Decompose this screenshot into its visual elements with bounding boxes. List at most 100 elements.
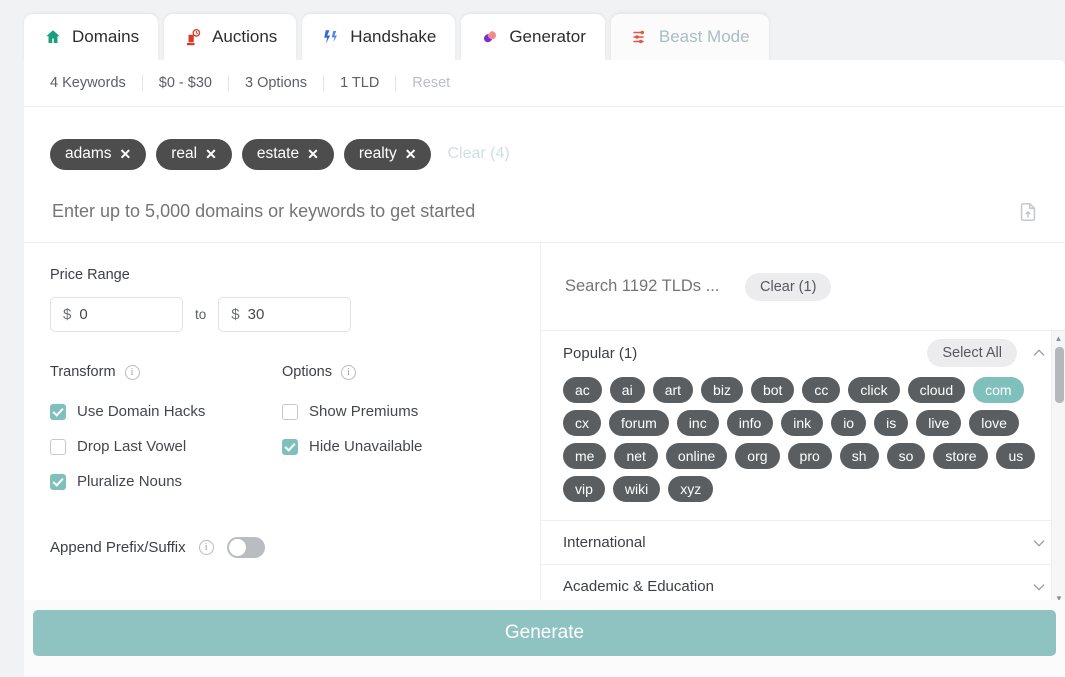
checkbox-indicator[interactable] <box>282 404 298 420</box>
tab-label: Handshake <box>350 27 436 47</box>
checkbox-indicator[interactable] <box>50 439 66 455</box>
checkbox-drop-last-vowel[interactable]: Drop Last Vowel <box>50 429 282 464</box>
reset-button[interactable]: Reset <box>396 75 466 91</box>
settings-panes: Price Range $ 0 to $ 30 Transfo <box>24 243 1065 600</box>
tab-domains[interactable]: Domains <box>24 14 158 60</box>
tld-chip[interactable]: is <box>874 410 908 436</box>
tld-chip[interactable]: so <box>887 443 926 469</box>
tld-chip[interactable]: click <box>848 377 899 403</box>
info-icon[interactable]: i <box>199 540 214 555</box>
info-icon[interactable]: i <box>341 365 356 380</box>
tld-chip[interactable]: cloud <box>908 377 965 403</box>
checkbox-label: Show Premiums <box>309 403 418 420</box>
beast-mode-card: 4 Keywords $0 - $30 3 Options 1 TLD Rese… <box>24 60 1065 600</box>
tld-group-academic-education[interactable]: Academic & Education <box>541 565 1065 600</box>
tld-chip[interactable]: cx <box>563 410 601 436</box>
tab-generator[interactable]: Generator <box>461 14 605 60</box>
tld-chip[interactable]: inc <box>677 410 719 436</box>
tld-chip[interactable]: forum <box>609 410 669 436</box>
keyword-chip[interactable]: estate ✕ <box>242 139 334 170</box>
tld-chip[interactable]: store <box>933 443 988 469</box>
summary-tld[interactable]: 1 TLD <box>324 75 395 91</box>
scrollbar-thumb[interactable] <box>1055 347 1064 403</box>
tld-chip[interactable]: org <box>735 443 779 469</box>
tld-group-international[interactable]: International <box>541 521 1065 565</box>
tld-chip[interactable]: art <box>653 377 693 403</box>
tld-chip[interactable]: bot <box>751 377 794 403</box>
checkbox-use-domain-hacks[interactable]: Use Domain Hacks <box>50 394 282 429</box>
tld-chip[interactable]: net <box>614 443 657 469</box>
tld-chip[interactable]: cc <box>802 377 840 403</box>
keyword-input-row <box>24 181 1065 243</box>
checkbox-pluralize-nouns[interactable]: Pluralize Nouns <box>50 464 282 499</box>
select-all-button[interactable]: Select All <box>927 339 1017 367</box>
file-upload-icon[interactable] <box>1017 200 1039 224</box>
tab-auctions[interactable]: Auctions <box>164 14 296 60</box>
tld-chip[interactable]: vip <box>563 476 605 502</box>
transform-header: Transform i <box>50 364 282 380</box>
price-max-value: 30 <box>248 306 265 323</box>
checkbox-indicator[interactable] <box>282 439 298 455</box>
tld-chip[interactable]: ac <box>563 377 602 403</box>
keyword-chip[interactable]: real ✕ <box>156 139 232 170</box>
keyword-input[interactable] <box>50 200 1017 223</box>
tld-chip[interactable]: wiki <box>613 476 660 502</box>
tld-group-header[interactable]: Popular (1) Select All <box>563 331 1047 375</box>
tld-scrollbar[interactable]: ▲ ▼ <box>1051 331 1065 600</box>
generate-button[interactable]: Generate <box>33 610 1056 656</box>
remove-keyword-icon[interactable]: ✕ <box>307 147 319 161</box>
transform-title: Transform <box>50 364 116 380</box>
tld-chip[interactable]: pro <box>788 443 832 469</box>
tld-chip-selected[interactable]: com <box>973 377 1023 403</box>
tld-chip[interactable]: us <box>996 443 1035 469</box>
keyword-chip[interactable]: realty ✕ <box>344 139 432 170</box>
price-range-inputs: $ 0 to $ 30 <box>50 297 514 332</box>
summary-keywords[interactable]: 4 Keywords <box>34 75 142 91</box>
handshake-icon <box>321 27 341 47</box>
remove-keyword-icon[interactable]: ✕ <box>120 147 132 161</box>
tld-chip[interactable]: biz <box>701 377 743 403</box>
tld-chip[interactable]: ink <box>781 410 823 436</box>
tld-search-input[interactable] <box>563 276 723 297</box>
tld-chip[interactable]: xyz <box>668 476 713 502</box>
scroll-up-arrow-icon[interactable]: ▲ <box>1052 331 1065 345</box>
tld-chip[interactable]: live <box>916 410 961 436</box>
checkbox-indicator[interactable] <box>50 404 66 420</box>
remove-keyword-icon[interactable]: ✕ <box>205 147 217 161</box>
checkbox-label: Drop Last Vowel <box>77 438 186 455</box>
append-prefix-suffix-toggle[interactable] <box>227 537 265 558</box>
tld-group-name: Popular (1) <box>563 345 927 362</box>
chevron-up-icon[interactable] <box>1031 345 1047 361</box>
keyword-chip-label: estate <box>257 145 299 163</box>
summary-price[interactable]: $0 - $30 <box>143 75 228 91</box>
checkbox-show-premiums[interactable]: Show Premiums <box>282 394 514 429</box>
tld-chip[interactable]: ai <box>610 377 645 403</box>
options-column: Options i Show Premiums Hide Unavailable <box>282 364 514 499</box>
generate-bar: Generate <box>24 600 1065 677</box>
tld-chip[interactable]: me <box>563 443 606 469</box>
keyword-chip[interactable]: adams ✕ <box>50 139 146 170</box>
tld-chip[interactable]: info <box>727 410 774 436</box>
checkbox-hide-unavailable[interactable]: Hide Unavailable <box>282 429 514 464</box>
summary-options[interactable]: 3 Options <box>229 75 323 91</box>
tld-groups-scroll-area[interactable]: Popular (1) Select All ac ai art biz bot <box>541 331 1065 600</box>
tab-beast-mode[interactable]: Beast Mode <box>611 14 769 60</box>
price-max-input[interactable]: $ 30 <box>218 297 351 332</box>
tld-chip[interactable]: sh <box>840 443 879 469</box>
clear-keywords-button[interactable]: Clear (4) <box>447 145 509 163</box>
scroll-down-arrow-icon[interactable]: ▼ <box>1052 591 1065 600</box>
transform-column: Transform i Use Domain Hacks Drop Last V… <box>50 364 282 499</box>
tld-chip[interactable]: io <box>831 410 866 436</box>
chevron-down-icon[interactable] <box>1031 579 1047 595</box>
checkbox-indicator[interactable] <box>50 474 66 490</box>
chevron-down-icon[interactable] <box>1031 535 1047 551</box>
info-icon[interactable]: i <box>125 365 140 380</box>
clear-tlds-button[interactable]: Clear (1) <box>745 273 831 301</box>
price-range-to-label: to <box>195 307 206 322</box>
price-min-input[interactable]: $ 0 <box>50 297 183 332</box>
capsule-icon <box>480 27 500 47</box>
tld-chip[interactable]: love <box>969 410 1019 436</box>
tab-handshake[interactable]: Handshake <box>302 14 455 60</box>
remove-keyword-icon[interactable]: ✕ <box>405 147 417 161</box>
tld-chip[interactable]: online <box>666 443 727 469</box>
